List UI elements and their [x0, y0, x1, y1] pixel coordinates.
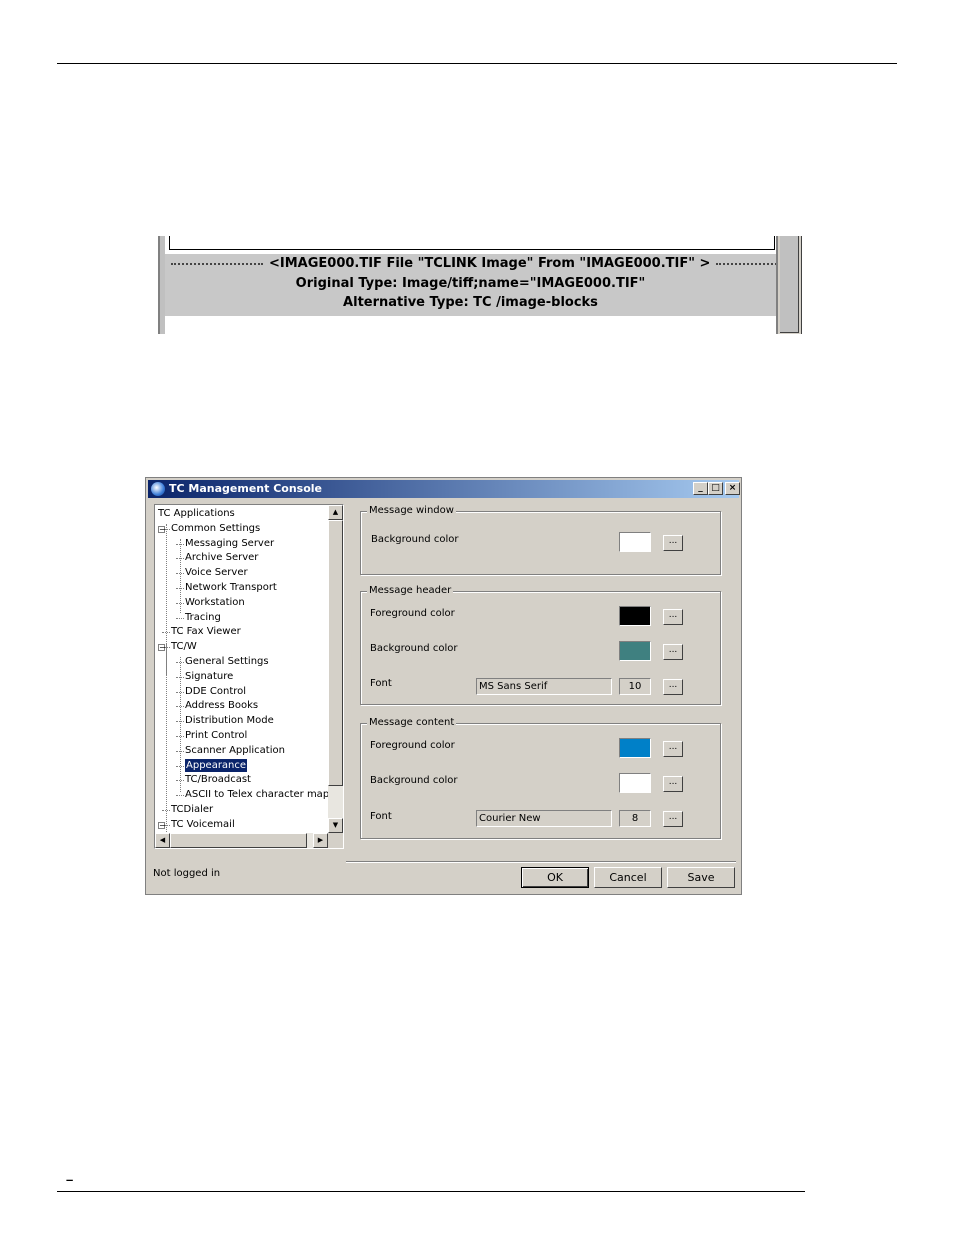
maximize-button[interactable]: □ — [708, 482, 723, 495]
original-type-line: Original Type: Image/tiff;name="IMAGE000… — [295, 276, 646, 291]
tree-item[interactable]: Distribution Mode — [185, 714, 274, 727]
tree-item[interactable]: DDE Control — [185, 685, 246, 698]
tree-item[interactable]: Appearance — [185, 758, 248, 772]
alternative-type-line: Alternative Type: TC /image-blocks — [343, 295, 598, 310]
status-separator — [346, 861, 736, 863]
content-background-browse-button[interactable]: ... — [663, 776, 683, 792]
message-header-group: Message header Foreground color ... Back… — [360, 585, 721, 705]
snippet-left-border — [158, 236, 165, 334]
horizontal-scroll-thumb[interactable] — [170, 833, 307, 848]
content-font-size-field: 8 — [619, 810, 651, 827]
tree-item[interactable]: Messaging Server — [185, 537, 274, 550]
bottom-rule — [57, 1191, 805, 1192]
message-header-legend: Message header — [367, 585, 454, 596]
login-status: Not logged in — [153, 868, 221, 879]
header-background-label: Background color — [370, 643, 458, 654]
tree-item[interactable]: Print Control — [185, 729, 247, 742]
tree-expander-icon[interactable]: − — [158, 644, 166, 652]
tree-item[interactable]: TC Applications — [158, 507, 235, 520]
scroll-up-button[interactable]: ▲ — [328, 505, 343, 520]
tree-item[interactable]: TCDialer — [171, 803, 213, 816]
scroll-right-button[interactable]: ▶ — [313, 833, 328, 848]
globe-icon — [151, 482, 165, 496]
snippet-scrollbar[interactable] — [776, 236, 802, 334]
header-foreground-browse-button[interactable]: ... — [663, 609, 683, 625]
tree-vertical-scrollbar[interactable]: ▲ ▼ — [328, 505, 343, 833]
tree-expander-icon[interactable]: − — [158, 525, 166, 533]
content-foreground-swatch — [619, 738, 651, 758]
tree-guide-line — [166, 643, 167, 675]
close-button[interactable]: × — [725, 482, 740, 495]
snippet-text-box — [169, 236, 775, 250]
tree-item[interactable]: Tracing — [185, 611, 221, 624]
message-content-legend: Message content — [367, 717, 457, 728]
window-title: TC Management Console — [169, 482, 323, 495]
scroll-corner — [328, 833, 343, 848]
save-button[interactable]: Save — [667, 867, 735, 888]
content-foreground-browse-button[interactable]: ... — [663, 741, 683, 757]
scroll-left-button[interactable]: ◀ — [155, 833, 170, 848]
message-content-group: Message content Foreground color ... Bac… — [360, 717, 721, 839]
tree-item[interactable]: Voice Server — [185, 566, 248, 579]
title-bar[interactable]: TC Management Console _ □ × — [148, 480, 740, 498]
message-window-background-browse-button[interactable]: ... — [663, 535, 683, 551]
header-background-browse-button[interactable]: ... — [663, 644, 683, 660]
tree-item[interactable]: General Settings — [185, 655, 269, 668]
header-font-name-field: MS Sans Serif — [476, 678, 612, 695]
snippet-scroll-thumb[interactable] — [780, 236, 799, 333]
message-window-background-swatch — [619, 532, 651, 552]
content-font-label: Font — [370, 811, 392, 822]
ok-button[interactable]: OK — [521, 867, 589, 888]
content-font-browse-button[interactable]: ... — [663, 811, 683, 827]
tree-item[interactable]: Archive Server — [185, 551, 258, 564]
header-background-swatch — [619, 641, 651, 661]
cancel-button[interactable]: Cancel — [594, 867, 662, 888]
vertical-scroll-thumb[interactable] — [328, 520, 343, 786]
minimize-button[interactable]: _ — [693, 482, 708, 495]
top-rule — [57, 63, 897, 64]
management-console-window: TC Management Console _ □ × TC Applicati… — [145, 477, 742, 895]
content-background-swatch — [619, 773, 651, 793]
attachment-title-text: <IMAGE000.TIF File "TCLINK Image" From "… — [269, 256, 711, 271]
attachment-snippet: <IMAGE000.TIF File "TCLINK Image" From "… — [158, 236, 802, 334]
tree-item[interactable]: Workstation — [185, 596, 245, 609]
message-window-group: Message window Background color ... — [360, 505, 721, 575]
header-font-size-field: 10 — [619, 678, 651, 695]
message-window-legend: Message window — [367, 505, 456, 516]
tree-item[interactable]: TC/W — [171, 640, 197, 653]
tree-horizontal-scrollbar[interactable]: ◀ ▶ — [155, 833, 328, 848]
message-window-background-label: Background color — [371, 534, 459, 545]
footer-mark: – — [66, 1172, 74, 1187]
tree-item[interactable]: Signature — [185, 670, 233, 683]
dotted-separator-left — [171, 262, 263, 265]
header-font-label: Font — [370, 678, 392, 689]
tree-expander-icon[interactable]: − — [158, 821, 166, 829]
scroll-down-button[interactable]: ▼ — [328, 818, 343, 833]
tree-guide-line — [180, 539, 181, 613]
tree-item[interactable]: Common Settings — [171, 522, 260, 535]
settings-tree[interactable]: TC Applications − Common Settings Messaging… — [154, 504, 344, 849]
tree-connector — [176, 795, 184, 797]
tree-guide-line — [166, 524, 167, 834]
tree-item[interactable]: ASCII to Telex character mappin — [185, 788, 343, 801]
header-foreground-swatch — [619, 606, 651, 626]
content-foreground-label: Foreground color — [370, 740, 455, 751]
tree-connector — [176, 617, 184, 619]
attachment-title-line: <IMAGE000.TIF File "TCLINK Image" From "… — [165, 256, 802, 271]
tree-item[interactable]: TC Fax Viewer — [171, 625, 241, 638]
tree-item[interactable]: TC Voicemail — [171, 818, 235, 831]
tree-item[interactable]: TC/Broadcast — [185, 773, 251, 786]
content-font-name-field: Courier New — [476, 810, 612, 827]
tree-guide-line — [180, 657, 181, 792]
header-foreground-label: Foreground color — [370, 608, 455, 619]
tree-item[interactable]: Network Transport — [185, 581, 277, 594]
tree-item[interactable]: Scanner Application — [185, 744, 285, 757]
attachment-info-band: <IMAGE000.TIF File "TCLINK Image" From "… — [165, 254, 802, 316]
header-font-browse-button[interactable]: ... — [663, 679, 683, 695]
tree-item[interactable]: Address Books — [185, 699, 258, 712]
content-background-label: Background color — [370, 775, 458, 786]
